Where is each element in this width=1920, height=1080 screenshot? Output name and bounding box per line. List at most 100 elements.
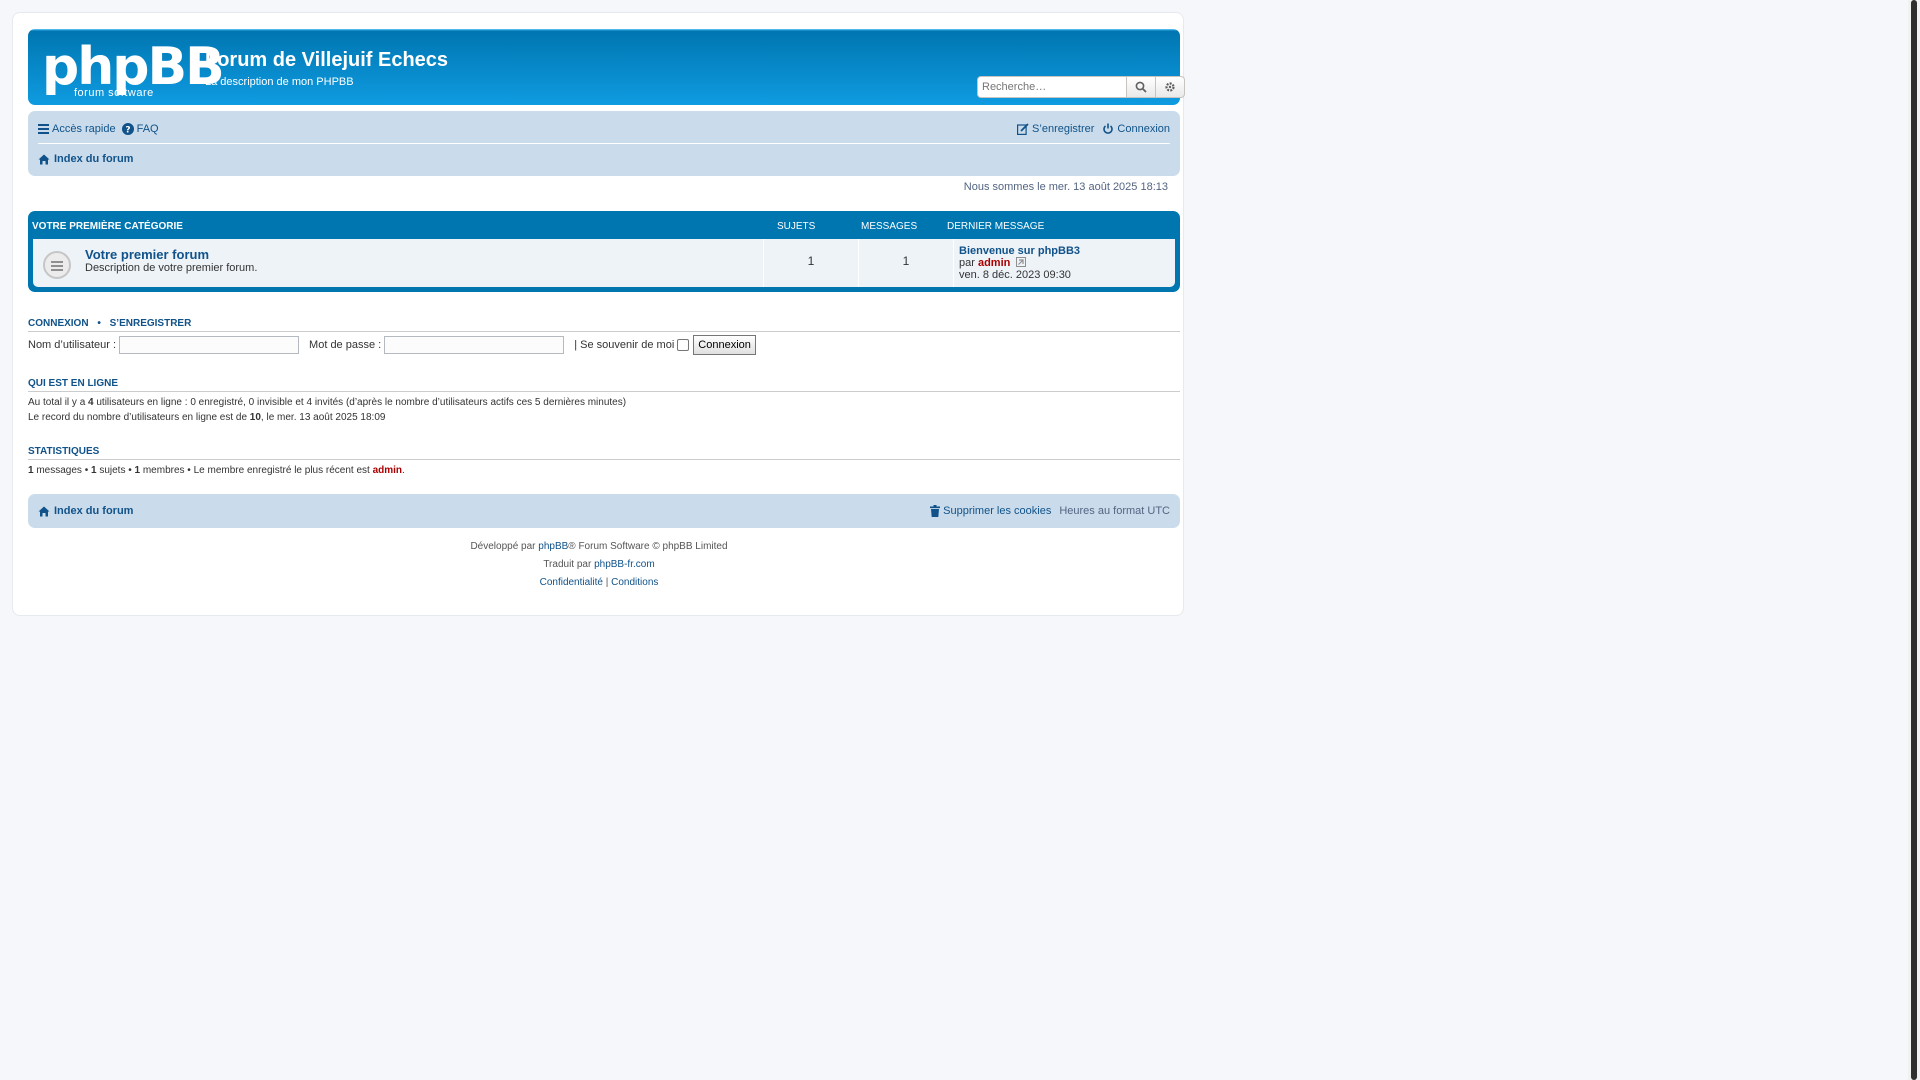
view-latest-post-icon[interactable] [1016,257,1027,267]
login-label: Connexion [1117,123,1170,135]
gear-icon [1165,82,1175,92]
navbar-right-links: S’enregistrer Connexion [1017,123,1170,135]
register-heading-link[interactable]: S’enregistrer [110,318,192,329]
statistics-text: 1 messages • 1 sujets • 1 membres • Le m… [28,465,405,476]
col-divider [953,239,954,287]
stats-text-part: . [402,465,405,476]
category-title[interactable]: Votre première catégorie [32,221,183,232]
remember-me-checkbox[interactable] [677,339,690,351]
register-link[interactable]: S’enregistrer [1017,123,1094,135]
home-icon [38,506,50,516]
site-title: Forum de Villejuif Echecs [205,49,449,71]
footer-navbar: Index du forum Supprimer les cookies Heu… [28,494,1180,528]
forum-title-link[interactable]: Votre premier forum [85,247,209,262]
category-title-link[interactable]: Votre première catégorie [32,221,183,232]
login-heading-link[interactable]: Connexion [28,318,89,329]
quick-access-label: Accès rapide [52,123,116,135]
logo-subtext: forum software [74,87,154,99]
forum-posts-count: 1 [902,254,910,268]
stats-text-part: messages • [33,465,91,476]
breadcrumb-index[interactable]: Index du forum [38,153,133,165]
trash-icon [930,505,941,517]
svg-text:?: ? [125,126,130,136]
footer-nav-right: Supprimer les cookies Heures au format U… [930,505,1170,517]
forum-read-icon [43,251,71,279]
last-post-by: par [959,257,975,269]
site-logo[interactable]: phpBB forum software [42,37,225,99]
faq-label: FAQ [136,123,159,135]
who-is-online-heading[interactable]: Qui est en ligne [28,378,118,389]
section-divider [28,391,1180,392]
scrollbar-thumb[interactable] [1911,0,1917,1080]
search-button[interactable] [1127,76,1156,98]
col-posts-header: Messages [861,221,918,232]
last-post-title-link[interactable]: Bienvenue sur phpBB3 [959,245,1080,257]
page-wrapper: phpBB forum software Forum de Villejuif … [12,12,1185,616]
col-last-header: Dernier message [947,221,1045,232]
stats-text-part: sujets • [96,465,135,476]
edit-icon [1017,123,1029,135]
powered-by-text: Développé par [470,541,539,552]
quick-login-form: Nom d’utilisateur : Mot de passe : | Se … [28,335,756,355]
delete-cookies-label: Supprimer les cookies [943,505,1052,517]
page-scrollbar[interactable] [1908,0,1920,1080]
faq-link[interactable]: ? FAQ [121,123,159,136]
login-submit-button[interactable]: Connexion [693,335,756,355]
login-heading: Connexion • S’enregistrer [28,318,191,329]
question-circle-icon: ? [121,123,134,136]
footer-links: Confidentialité | Conditions [13,577,1185,588]
section-divider [28,331,1180,332]
translated-by-text: Traduit par [543,559,595,570]
site-description: La description de mon PHPBB [205,76,354,88]
navbar-left-links: Accès rapide ? FAQ [38,123,159,135]
delete-cookies-link[interactable]: Supprimer les cookies [930,505,1051,517]
menu-icon [38,124,49,134]
category-header: Votre première catégorie Sujets Messages… [28,211,1180,239]
record-text-part: Le record du nombre d’utilisateurs en li… [28,412,250,423]
section-divider [28,459,1180,460]
advanced-search-button[interactable] [1156,76,1185,98]
quick-access-menu[interactable]: Accès rapide [38,123,116,135]
footer-breadcrumb-index[interactable]: Index du forum [38,505,133,517]
register-label: S’enregistrer [1032,123,1095,135]
record-count: 10 [249,412,261,423]
forum-description: Description de votre premier forum. [85,262,258,274]
logo-text: phpBB [42,37,225,97]
power-icon [1103,123,1114,134]
phpbb-fr-link[interactable]: phpBB-fr.com [594,559,655,570]
breadcrumb-label: Index du forum [54,153,134,165]
footer-separator: | [602,577,612,588]
footer-breadcrumb-label: Index du forum [54,505,134,517]
translated-by: Traduit par phpBB-fr.com [13,559,1185,570]
password-field[interactable] [384,336,565,354]
remember-me-label: | Se souvenir de moi [574,339,675,351]
current-datetime: Nous sommes le mer. 13 août 2025 18:13 [963,181,1168,193]
online-text-part: Au total il y a [28,397,89,408]
phpbb-link[interactable]: phpBB [538,541,568,552]
last-post-author-link[interactable]: admin [978,257,1010,269]
powered-by: Développé par phpBB® Forum Software © ph… [13,541,1185,552]
heading-bullet: • [97,318,101,329]
terms-link[interactable]: Conditions [611,577,658,588]
statistics-heading: Statistiques [28,446,100,457]
header-bar: phpBB forum software Forum de Villejuif … [28,29,1185,105]
search-icon [1135,81,1147,93]
username-label: Nom d’utilisateur : [28,339,117,351]
online-users-text: Au total il y a 4 utilisateurs en ligne … [28,397,626,408]
newest-member-link[interactable]: admin [373,465,402,476]
privacy-link[interactable]: Confidentialité [540,577,603,588]
home-icon [38,154,50,164]
last-post: Bienvenue sur phpBB3 par admin ven. 8 dé… [959,245,1080,281]
col-topics-header: Sujets [777,221,816,232]
search-box [977,76,1185,98]
login-link[interactable]: Connexion [1102,123,1170,135]
username-field[interactable] [119,336,300,354]
forum-row: Votre premier forum Description de votre… [33,239,1175,287]
stats-text-part: membres • Le membre enregistré le plus r… [140,465,373,476]
forum-topics-count: 1 [807,254,815,268]
timezone-text: Heures au format UTC [1059,505,1170,517]
password-label: Mot de passe : [309,339,382,351]
search-input[interactable] [977,76,1127,98]
navbar: Accès rapide ? FAQ S’enregistrer Connexi… [28,111,1180,176]
last-post-date: ven. 8 déc. 2023 09:30 [959,269,1071,281]
